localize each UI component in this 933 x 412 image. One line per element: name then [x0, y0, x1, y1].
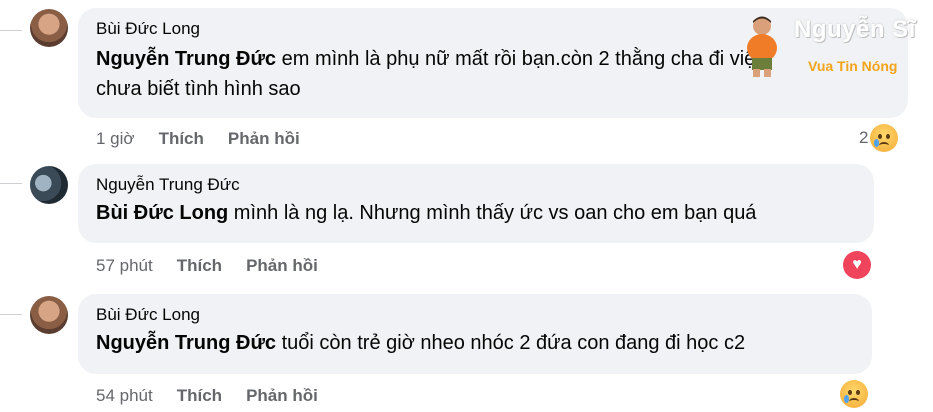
reply-button[interactable]: Phản hồi — [246, 386, 318, 406]
like-button[interactable]: Thích — [159, 129, 204, 149]
comment-bubble: Bùi Đức Long Nguyễn Trung Đức tuổi còn t… — [78, 294, 872, 374]
like-button[interactable]: Thích — [177, 256, 222, 276]
watermark-subtitle: Vua Tin Nóng — [808, 58, 898, 74]
comment-time[interactable]: 57 phút — [96, 256, 153, 276]
reply-button[interactable]: Phản hồi — [246, 256, 318, 276]
mention-link[interactable]: Bùi Đức Long — [96, 202, 228, 224]
mention-link[interactable]: Nguyễn Trung Đức — [96, 332, 276, 354]
thread-line — [0, 183, 22, 184]
reply-button[interactable]: Phản hồi — [228, 129, 300, 149]
reaction-count: 2 — [859, 128, 869, 147]
reaction-summary[interactable]: ♥ — [843, 251, 871, 279]
comment-bubble: Nguyễn Trung Đức Bùi Đức Long mình là ng… — [78, 164, 874, 243]
thread-line — [0, 30, 22, 31]
avatar[interactable] — [30, 9, 68, 47]
comment-time[interactable]: 54 phút — [96, 386, 153, 406]
comment-text: Nguyễn Trung Đức tuổi còn trẻ giờ nheo n… — [96, 328, 858, 358]
watermark-logo: Nguyễn Sĩ Vua Tin Nóng — [738, 8, 928, 86]
watermark-title: Nguyễn Sĩ — [794, 16, 916, 43]
reaction-summary[interactable]: 2 — [859, 124, 899, 152]
sad-emoji-icon — [870, 124, 899, 152]
heart-icon: ♥ — [843, 251, 871, 279]
comment-text-body: em mình là phụ nữ mất rồi bạn.còn 2 thằn… — [276, 48, 767, 70]
reaction-summary[interactable] — [840, 380, 868, 408]
comment-actions: 54 phút Thích Phản hồi — [96, 386, 342, 406]
comment-text-line2: chưa biết tình hình sao — [96, 78, 301, 100]
comment-time[interactable]: 1 giờ — [96, 129, 135, 149]
thread-line — [0, 314, 22, 315]
comment-text-body: tuổi còn trẻ giờ nheo nhóc 2 đứa con đan… — [276, 332, 746, 354]
comment-actions: 1 giờ Thích Phản hồi — [96, 129, 324, 149]
comment-author[interactable]: Bùi Đức Long — [96, 304, 858, 326]
sad-emoji-icon — [840, 380, 868, 408]
mention-link[interactable]: Nguyễn Trung Đức — [96, 48, 276, 70]
comment-text: Bùi Đức Long mình là ng lạ. Nhưng mình t… — [96, 198, 860, 228]
mascot-icon — [747, 16, 777, 77]
comment-author[interactable]: Nguyễn Trung Đức — [96, 174, 860, 196]
like-button[interactable]: Thích — [177, 386, 222, 406]
comment-text-body: mình là ng lạ. Nhưng mình thấy ức vs oan… — [228, 202, 757, 224]
avatar[interactable] — [30, 296, 68, 334]
comment-actions: 57 phút Thích Phản hồi — [96, 256, 342, 276]
avatar[interactable] — [30, 166, 68, 204]
